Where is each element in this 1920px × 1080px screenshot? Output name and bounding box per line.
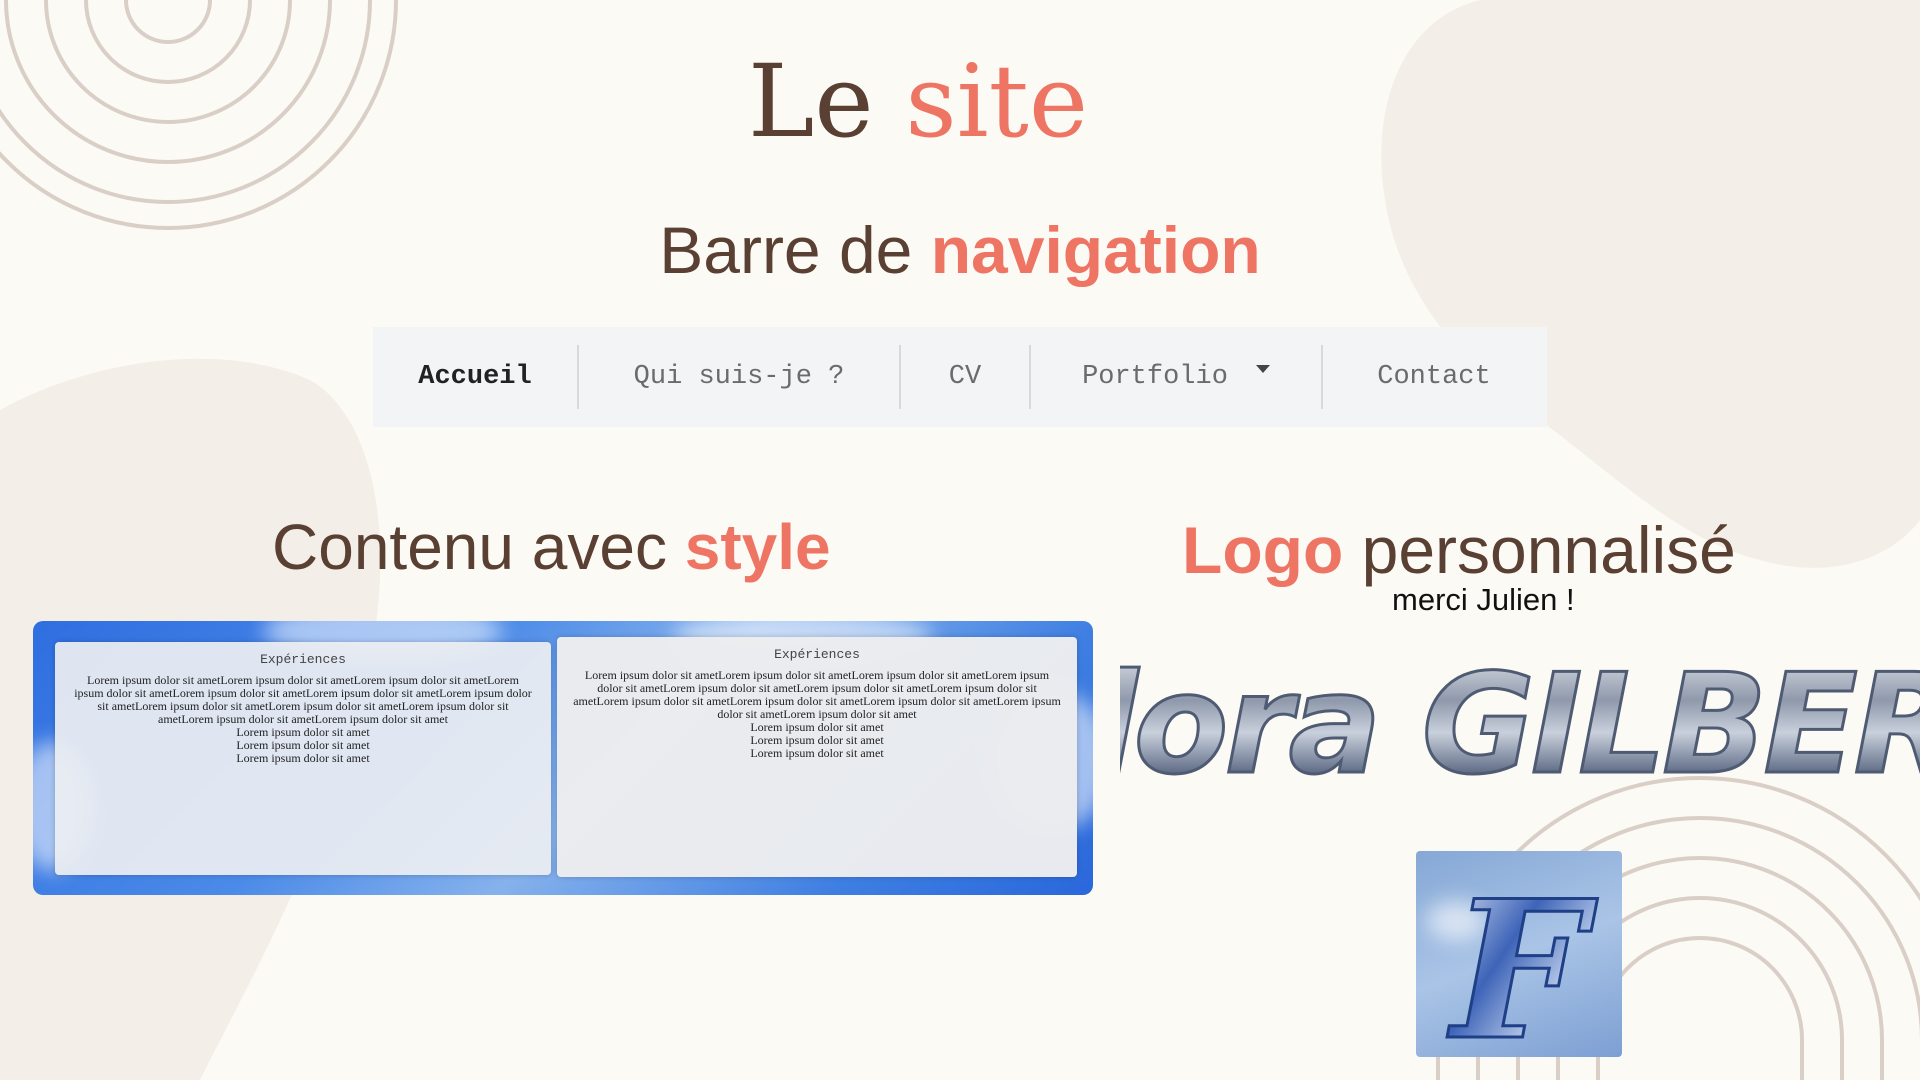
content-heading-part2: style xyxy=(684,511,831,583)
slide-title-part2: site xyxy=(905,43,1089,160)
logo-heading-part2: personnalisé xyxy=(1361,513,1736,587)
slide-title: Le site xyxy=(0,52,1836,152)
logo-heading-part1: Logo xyxy=(1182,513,1344,587)
content-preview-screenshot: Expériences Lorem ipsum dolor sit ametLo… xyxy=(33,621,1093,895)
f-monogram-logo: F xyxy=(1416,851,1622,1057)
nav-item-accueil[interactable]: Accueil xyxy=(373,327,577,427)
nav-item-cv[interactable]: CV xyxy=(901,327,1029,427)
experience-card: Expériences Lorem ipsum dolor sit ametLo… xyxy=(55,642,551,875)
card-body: Lorem ipsum dolor sit ametLorem ipsum do… xyxy=(573,668,1061,721)
navbar: Accueil Qui suis-je ? CV Portfolio Conta… xyxy=(373,327,1547,427)
nav-item-qui-suis-je[interactable]: Qui suis-je ? xyxy=(579,327,899,427)
content-heading-part1: Contenu avec xyxy=(272,511,667,583)
nav-item-portfolio-label: Portfolio xyxy=(1082,362,1228,392)
chevron-down-icon xyxy=(1255,365,1270,373)
navbar-heading-part1: Barre de xyxy=(659,213,913,287)
navbar-heading-part2: navigation xyxy=(930,213,1261,287)
flora-gilbert-logo: Flora GILBERT xyxy=(1120,643,1920,807)
card-line: Lorem ipsum dolor sit amet xyxy=(236,751,370,765)
content-heading: Contenu avec style xyxy=(272,510,831,584)
nav-item-portfolio[interactable]: Portfolio xyxy=(1031,327,1321,427)
card-line: Lorem ipsum dolor sit amet xyxy=(750,746,884,760)
experience-card: Expériences Lorem ipsum dolor sit ametLo… xyxy=(557,637,1077,877)
monogram-letter: F xyxy=(1447,859,1598,1057)
card-title: Expériences xyxy=(260,652,346,667)
card-body: Lorem ipsum dolor sit ametLorem ipsum do… xyxy=(74,673,532,726)
nav-item-contact[interactable]: Contact xyxy=(1323,327,1545,427)
monogram-graphic: F xyxy=(1445,858,1599,1058)
logo-wordmark: Flora GILBERT xyxy=(1120,644,1920,805)
navbar-heading: Barre de navigation xyxy=(0,212,1920,288)
card-title: Expériences xyxy=(774,647,860,662)
logo-heading: Logo personnalisé xyxy=(1182,512,1736,588)
slide-title-part1: Le xyxy=(747,43,874,160)
